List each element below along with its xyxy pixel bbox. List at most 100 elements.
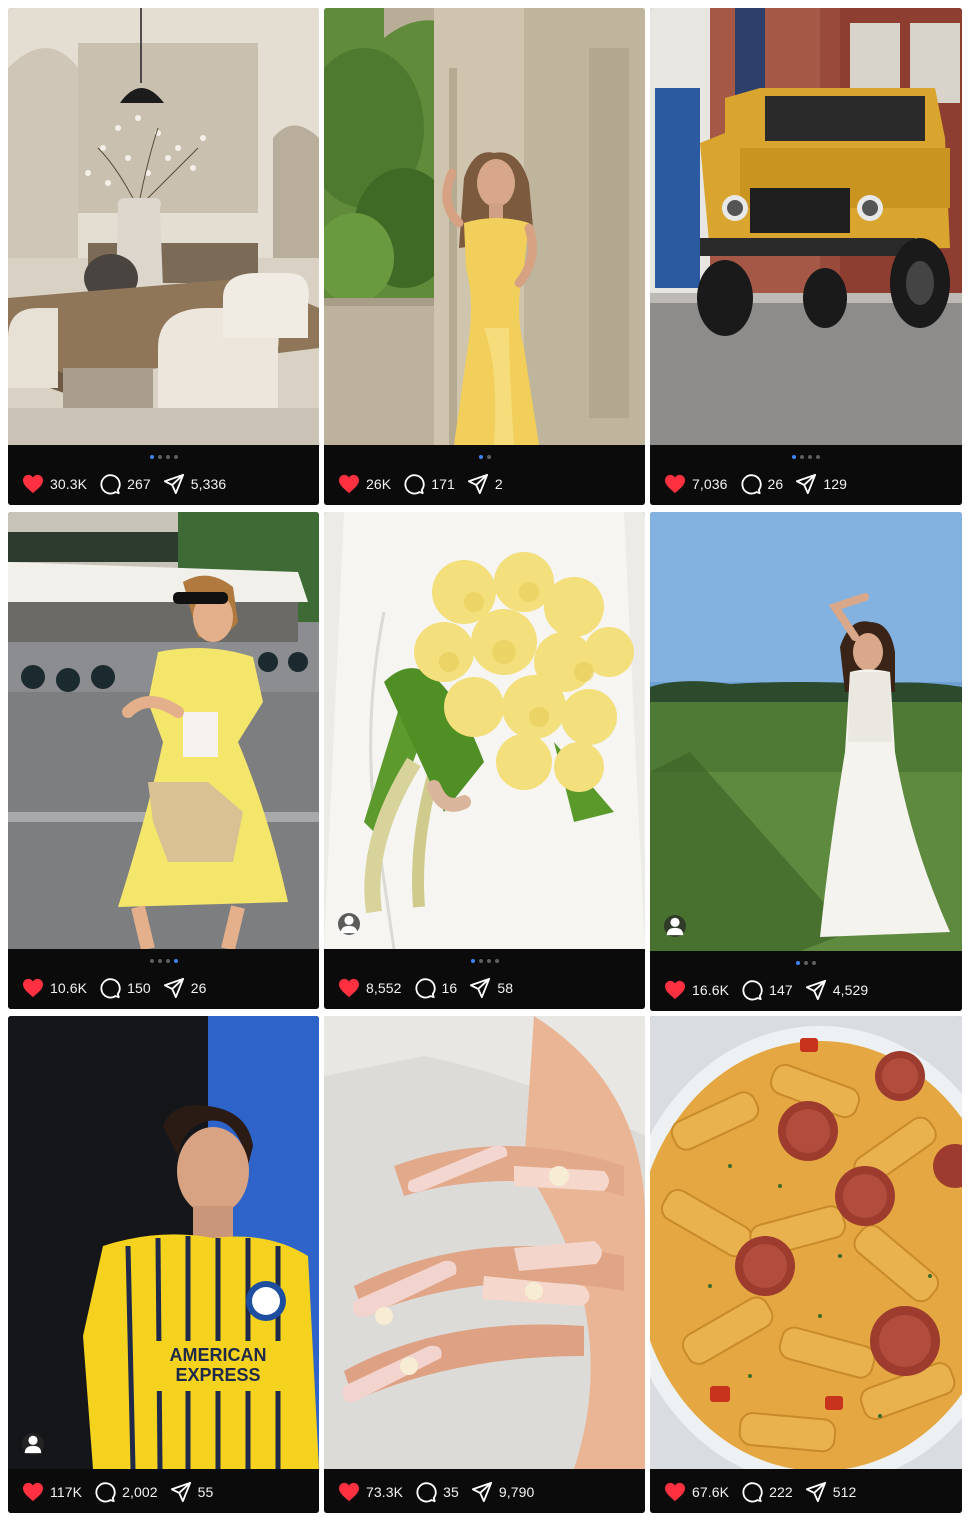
carousel-dots [650, 961, 962, 965]
comment-button[interactable]: 35 [415, 1481, 459, 1503]
share-count: 9,790 [498, 1484, 535, 1500]
like-button[interactable]: 117K [22, 1482, 82, 1502]
post-image[interactable] [8, 8, 319, 445]
comment-bubble-icon [416, 1482, 437, 1503]
like-button[interactable]: 67.6K [664, 1482, 729, 1502]
comment-button[interactable]: 222 [741, 1481, 793, 1503]
comment-bubble-icon [100, 978, 121, 999]
post-tile[interactable]: AMERICAN EXPRESS 117K 2,002 55 [8, 1016, 319, 1513]
comment-button[interactable]: 150 [99, 977, 151, 999]
like-button[interactable]: 10.6K [22, 978, 87, 998]
comment-button[interactable]: 171 [403, 473, 455, 495]
post-tile[interactable]: 30.3K 267 5,336 [8, 8, 319, 505]
like-button[interactable]: 30.3K [22, 474, 87, 494]
post-stats-bar: 7,036 26 129 [650, 445, 962, 505]
like-count: 73.3K [366, 1484, 404, 1500]
post-image[interactable] [650, 1016, 962, 1469]
share-count: 129 [823, 476, 847, 492]
share-count: 512 [832, 1484, 857, 1500]
like-button[interactable]: 16.6K [664, 980, 729, 1000]
post-tile[interactable]: 67.6K 222 512 [650, 1016, 962, 1513]
carousel-dots [8, 959, 319, 963]
comment-button[interactable]: 147 [741, 979, 793, 1001]
carousel-dot [816, 455, 820, 459]
comment-bubble-icon [742, 980, 763, 1001]
comment-button[interactable]: 16 [414, 977, 458, 999]
send-plane-icon [471, 1481, 492, 1503]
share-button[interactable]: 9,790 [471, 1481, 535, 1503]
share-button[interactable]: 26 [163, 977, 207, 999]
share-count: 58 [497, 980, 514, 996]
person-tag-icon [24, 1435, 42, 1454]
post-image[interactable] [650, 8, 962, 445]
post-tile[interactable]: 16.6K 147 4,529 [650, 512, 962, 1011]
comment-bubble-icon [415, 978, 436, 999]
share-button[interactable]: 55 [170, 1481, 214, 1503]
comment-count: 2,002 [122, 1484, 158, 1500]
post-tile[interactable]: 8,552 16 58 [324, 512, 645, 1009]
post-image[interactable]: AMERICAN EXPRESS [8, 1016, 319, 1469]
share-count: 5,336 [190, 476, 227, 492]
share-button[interactable]: 2 [467, 473, 503, 495]
like-count: 26K [366, 476, 392, 492]
post-tile[interactable]: 10.6K 150 26 [8, 512, 319, 1009]
carousel-dot [808, 455, 812, 459]
like-button[interactable]: 73.3K [338, 1482, 403, 1502]
share-button[interactable]: 58 [469, 977, 513, 999]
heart-icon [665, 980, 685, 1000]
like-count: 67.6K [692, 1484, 730, 1500]
comment-button[interactable]: 267 [99, 473, 151, 495]
heart-icon [339, 978, 359, 998]
comment-button[interactable]: 2,002 [94, 1481, 158, 1503]
heart-icon [23, 1482, 43, 1502]
like-count: 16.6K [692, 982, 730, 998]
tagged-users-badge[interactable] [338, 913, 360, 935]
share-button[interactable]: 129 [795, 473, 847, 495]
share-button[interactable]: 5,336 [163, 473, 227, 495]
comment-count: 16 [441, 980, 458, 996]
post-image[interactable] [650, 512, 962, 951]
carousel-dot [812, 961, 816, 965]
send-plane-icon [805, 1481, 826, 1503]
tagged-users-badge[interactable] [22, 1433, 44, 1455]
heart-icon [339, 474, 359, 494]
person-tag-icon [340, 915, 358, 934]
carousel-dot [157, 959, 162, 963]
send-plane-icon [470, 977, 491, 999]
carousel-dot [792, 455, 796, 459]
heart-icon [23, 474, 43, 494]
send-plane-icon [805, 979, 826, 1001]
comment-count: 35 [443, 1484, 459, 1500]
heart-icon [23, 978, 43, 998]
like-button[interactable]: 7,036 [664, 474, 728, 494]
carousel-dot [494, 959, 499, 963]
comment-count: 147 [769, 982, 793, 998]
share-button[interactable]: 4,529 [805, 979, 869, 1001]
post-tile[interactable]: 73.3K 35 9,790 [324, 1016, 645, 1513]
post-tile[interactable]: 7,036 26 129 [650, 8, 962, 505]
post-tile[interactable]: 26K 171 2 [324, 8, 645, 505]
like-count: 10.6K [50, 980, 88, 996]
post-image[interactable] [324, 1016, 645, 1469]
post-stats-bar: 10.6K 150 26 [8, 949, 319, 1009]
post-stats-bar: 8,552 16 58 [324, 949, 645, 1009]
send-plane-icon [163, 977, 184, 999]
post-image[interactable] [324, 512, 645, 949]
comment-count: 267 [127, 476, 151, 492]
carousel-dot [800, 455, 804, 459]
carousel-dots [324, 455, 645, 459]
comment-button[interactable]: 26 [740, 473, 784, 495]
like-button[interactable]: 8,552 [338, 978, 402, 998]
comment-bubble-icon [742, 1482, 763, 1503]
like-count: 117K [50, 1484, 83, 1500]
post-stats-bar: 67.6K 222 512 [650, 1469, 962, 1513]
like-button[interactable]: 26K [338, 474, 391, 494]
comment-bubble-icon [95, 1482, 116, 1503]
post-image[interactable] [324, 8, 645, 445]
share-button[interactable]: 512 [805, 1481, 857, 1503]
share-count: 2 [494, 476, 503, 492]
comment-bubble-icon [100, 474, 121, 495]
tagged-users-badge[interactable] [664, 915, 686, 937]
post-image[interactable] [8, 512, 319, 949]
heart-icon [665, 1482, 685, 1502]
